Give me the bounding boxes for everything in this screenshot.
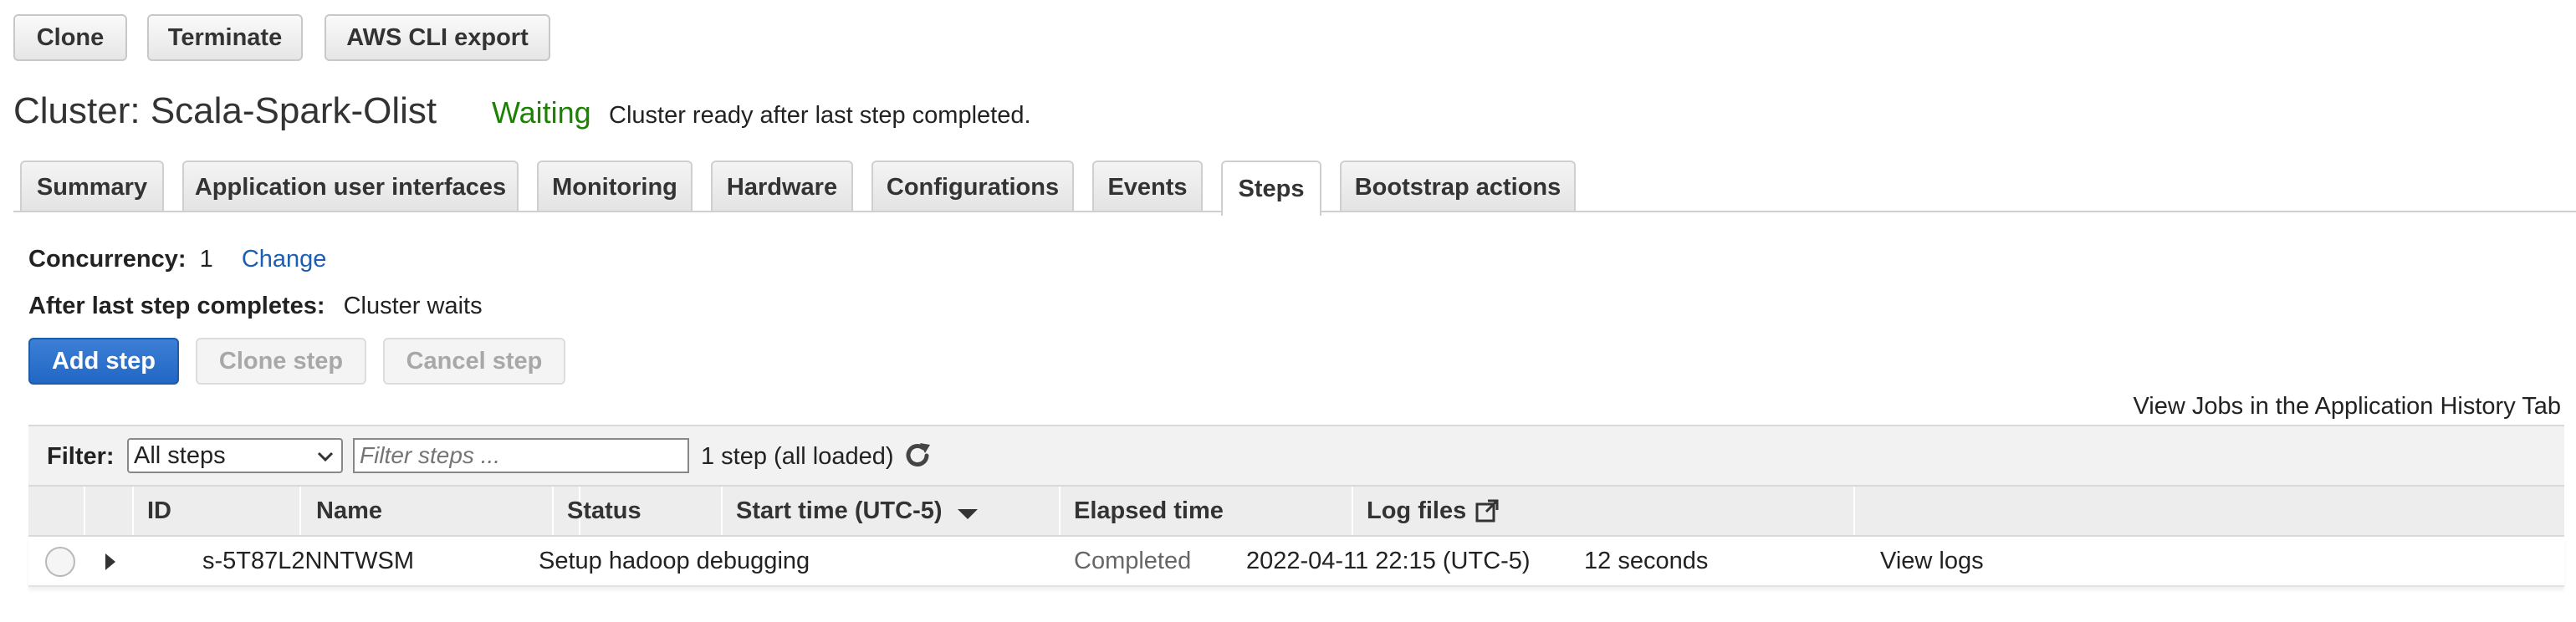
- table-row[interactable]: s-5T87L2NNTWSM Setup hadoop debugging Co…: [28, 537, 2564, 587]
- column-header-spacer: [1855, 487, 2564, 535]
- tab-bootstrap-actions[interactable]: Bootstrap actions: [1340, 161, 1576, 212]
- clone-button[interactable]: Clone: [13, 14, 127, 61]
- external-link-icon: [1475, 499, 1499, 523]
- expand-column-header: [85, 487, 134, 535]
- step-status: Completed: [1074, 547, 1192, 574]
- refresh-icon[interactable]: [902, 440, 933, 472]
- tab-steps[interactable]: Steps: [1221, 161, 1321, 216]
- column-header-name[interactable]: Name: [303, 487, 580, 535]
- change-concurrency-link[interactable]: Change: [242, 246, 327, 273]
- concurrency-label: Concurrency:: [28, 246, 187, 273]
- row-select-radio[interactable]: [43, 545, 77, 579]
- expand-row-icon[interactable]: [105, 553, 117, 570]
- terminate-button[interactable]: Terminate: [147, 14, 303, 61]
- tab-summary[interactable]: Summary: [20, 161, 164, 212]
- step-id: s-5T87L2NNTWSM: [202, 547, 414, 574]
- step-start-time: 2022-04-11 22:15 (UTC-5): [1246, 547, 1531, 574]
- aws-cli-export-button[interactable]: AWS CLI export: [325, 14, 550, 61]
- step-elapsed-time: 12 seconds: [1584, 547, 1709, 574]
- sort-descending-icon: [957, 509, 978, 519]
- filter-label: Filter:: [47, 443, 115, 470]
- filter-steps-input[interactable]: [353, 438, 689, 473]
- filter-select-value: All steps: [134, 441, 226, 469]
- step-name: Setup hadoop debugging: [539, 547, 810, 574]
- after-last-step-label: After last step completes:: [28, 293, 325, 319]
- tab-monitoring[interactable]: Monitoring: [537, 161, 693, 212]
- column-header-start-time[interactable]: Start time (UTC-5): [723, 487, 1061, 535]
- cancel-step-button[interactable]: Cancel step: [383, 338, 565, 385]
- concurrency-row: Concurrency: 1 Change: [28, 246, 326, 273]
- after-last-step-value: Cluster waits: [343, 293, 483, 319]
- column-header-status[interactable]: Status: [554, 487, 723, 535]
- add-step-button[interactable]: Add step: [28, 338, 179, 385]
- view-jobs-history-link[interactable]: View Jobs in the Application History Tab: [2133, 393, 2561, 421]
- clone-step-button[interactable]: Clone step: [196, 338, 366, 385]
- view-logs-link[interactable]: View logs: [1880, 537, 1984, 585]
- filter-bar: Filter: All steps 1 step (all loaded): [28, 425, 2564, 485]
- status-badge: Waiting: [492, 95, 591, 130]
- column-header-elapsed-time[interactable]: Elapsed time: [1061, 487, 1353, 535]
- page-title: Cluster: Scala-Spark-Olist: [13, 90, 437, 131]
- after-last-step-row: After last step completes: Cluster waits: [28, 293, 483, 320]
- chevron-down-icon: [317, 451, 334, 462]
- table-header: ID Name Status Start time (UTC-5) Elapse…: [28, 485, 2564, 537]
- tab-configurations[interactable]: Configurations: [871, 161, 1074, 212]
- select-column-header: [28, 487, 85, 535]
- column-header-log-files[interactable]: Log files: [1353, 487, 1855, 535]
- tab-hardware[interactable]: Hardware: [711, 161, 853, 212]
- step-count: 1 step (all loaded): [701, 443, 894, 470]
- tab-events[interactable]: Events: [1092, 161, 1203, 212]
- concurrency-value: 1: [199, 246, 213, 273]
- status-description: Cluster ready after last step completed.: [609, 102, 1031, 129]
- tab-application-user-interfaces[interactable]: Application user interfaces: [182, 161, 519, 212]
- filter-select[interactable]: All steps: [127, 438, 343, 473]
